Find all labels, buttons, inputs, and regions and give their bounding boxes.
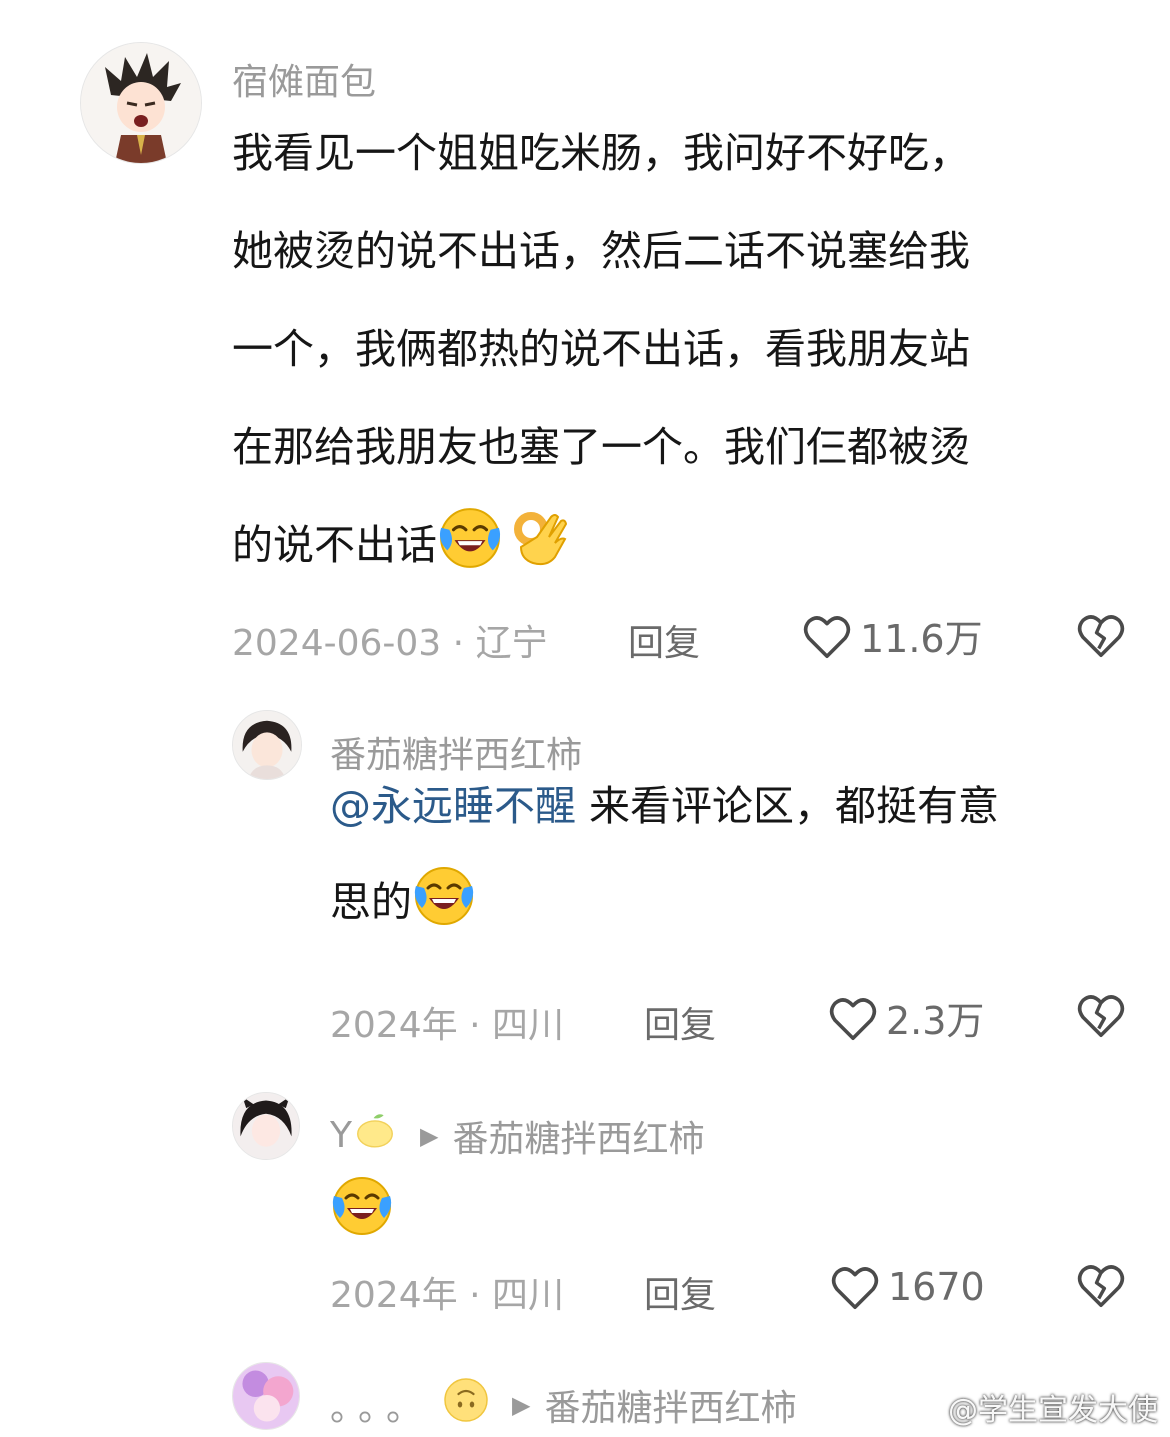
lemon-emoji xyxy=(352,1108,398,1163)
username[interactable]: Y xyxy=(330,1115,352,1156)
broken-heart-icon xyxy=(1074,988,1128,1042)
comment-line: 来看评论区，都挺有意 xyxy=(589,782,1000,830)
broken-heart-icon xyxy=(1074,1258,1128,1312)
username-row: 。。。 ▶ 番茄糖拌西红柿 xyxy=(330,1376,797,1433)
comment-section: 宿傩面包 我看见一个姐姐吃米肠，我问好不好吃， 她被烫的说不出话，然后二话不说塞… xyxy=(0,0,1170,1437)
watermark: @学生宣发大使 xyxy=(948,1393,1158,1428)
avatar[interactable] xyxy=(80,42,202,164)
like-count: 2.3万 xyxy=(886,999,985,1043)
comment-line: 我看见一个姐姐吃米肠，我问好不好吃， xyxy=(232,129,970,177)
avatar[interactable] xyxy=(232,1092,300,1160)
comment-line-with-emoji: 思的 xyxy=(330,854,999,950)
heart-icon xyxy=(800,609,854,663)
heart-icon xyxy=(826,991,880,1045)
comment-date: 2024年 xyxy=(330,1275,458,1316)
comment-line: 她被烫的说不出话，然后二话不说塞给我 xyxy=(232,227,970,275)
username-row: Y ▶ 番茄糖拌西红柿 xyxy=(330,1108,704,1163)
reply-arrow-icon: ▶ xyxy=(512,1390,531,1419)
reply-button[interactable]: 回复 xyxy=(628,614,700,666)
comment-line: 一个，我俩都热的说不出话，看我朋友站 xyxy=(232,325,970,373)
comment-meta: 2024年 · 四川 xyxy=(330,1266,564,1318)
separator: · xyxy=(469,1275,481,1316)
like-count: 1670 xyxy=(888,1265,985,1309)
comment-item: 宿傩面包 我看见一个姐姐吃米肠，我问好不好吃， 她被烫的说不出话，然后二话不说塞… xyxy=(0,0,1170,690)
reply-to-username[interactable]: 番茄糖拌西红柿 xyxy=(544,1379,796,1431)
dislike-button[interactable] xyxy=(1074,988,1128,1042)
separator: · xyxy=(452,623,465,664)
reply-arrow-icon: ▶ xyxy=(420,1121,439,1150)
comment-line: 的说不出话 xyxy=(232,521,437,569)
upside-down-face-emoji xyxy=(442,1376,490,1433)
crying-laughing-emoji xyxy=(412,864,476,928)
username[interactable]: 宿傩面包 xyxy=(232,53,376,105)
comment-line: 思的 xyxy=(330,878,412,926)
avatar[interactable] xyxy=(232,1362,300,1430)
dislike-button[interactable] xyxy=(1074,608,1128,662)
like-count: 11.6万 xyxy=(860,617,983,661)
reply-item: 番茄糖拌西红柿 @永远睡不醒 来看评论区，都挺有意 思的 2024年 · 四川 … xyxy=(0,690,1170,1080)
comment-line: 在那给我朋友也塞了一个。我们仨都被烫 xyxy=(232,423,970,471)
comment-text: 我看见一个姐姐吃米肠，我问好不好吃， 她被烫的说不出话，然后二话不说塞给我 一个… xyxy=(232,129,970,594)
ok-hand-emoji xyxy=(507,507,571,571)
reply-item: Y ▶ 番茄糖拌西红柿 2024年 · 四川 回复 1670 xyxy=(0,1080,1170,1350)
separator: · xyxy=(469,1005,481,1046)
reply-button[interactable]: 回复 xyxy=(644,1266,716,1318)
comment-meta: 2024-06-03 · 辽宁 xyxy=(232,614,548,666)
like-button[interactable]: 11.6万 xyxy=(800,608,983,663)
like-button[interactable]: 1670 xyxy=(828,1260,985,1314)
comment-location: 辽宁 xyxy=(475,623,548,664)
crying-laughing-emoji xyxy=(437,505,503,571)
comment-line-with-emoji: 的说不出话 xyxy=(232,496,970,594)
heart-icon xyxy=(828,1260,882,1314)
username[interactable]: 。。。 xyxy=(330,1379,432,1431)
comment-text: @永远睡不醒 来看评论区，都挺有意 思的 xyxy=(330,782,999,950)
comment-location: 四川 xyxy=(491,1005,564,1046)
comment-meta: 2024年 · 四川 xyxy=(330,996,564,1048)
comment-date: 2024-06-03 xyxy=(232,623,442,664)
comment-date: 2024年 xyxy=(330,1005,458,1046)
comment-text xyxy=(330,1174,394,1238)
broken-heart-icon xyxy=(1074,608,1128,662)
mention-link[interactable]: @永远睡不醒 xyxy=(330,782,576,830)
reply-button[interactable]: 回复 xyxy=(644,996,716,1048)
like-button[interactable]: 2.3万 xyxy=(826,990,984,1045)
comment-line-with-mention: @永远睡不醒 来看评论区，都挺有意 xyxy=(330,758,999,854)
comment-location: 四川 xyxy=(491,1275,564,1316)
reply-to-username[interactable]: 番茄糖拌西红柿 xyxy=(452,1110,704,1162)
dislike-button[interactable] xyxy=(1074,1258,1128,1312)
crying-laughing-emoji xyxy=(330,1174,394,1238)
avatar[interactable] xyxy=(232,710,302,780)
